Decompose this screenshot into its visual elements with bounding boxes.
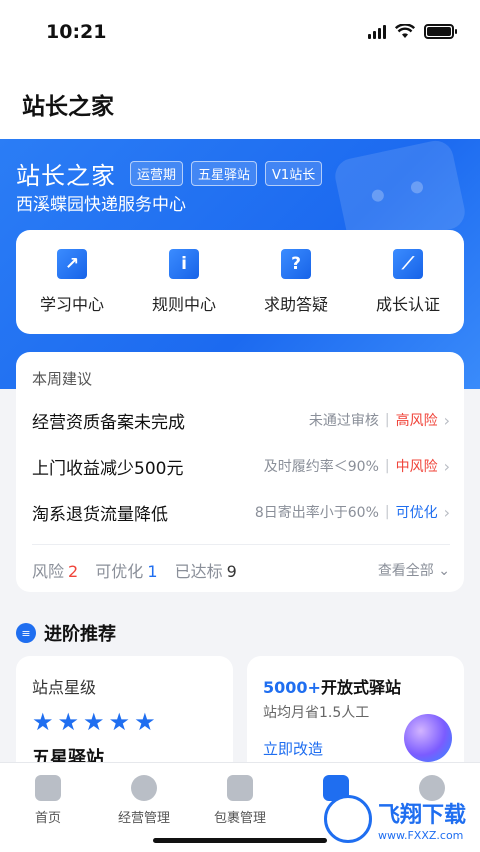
quick-entries: ↗ 学习中心 i 规则中心 ? 求助答疑 ⟋ 成长认证 <box>16 230 464 334</box>
recommend-icon: ≡ <box>16 623 36 643</box>
tab-parcel[interactable]: 包裹管理 <box>200 775 280 826</box>
star-icon: ★ <box>57 708 80 736</box>
star-icon: ★ <box>134 708 156 736</box>
weekly-advice-card: 本周建议 经营资质备案未完成 未通过审核 | 高风险 › 上门收益减少500元 … <box>16 352 464 592</box>
open-card-subtitle: 站均月省1.5人工 <box>263 705 370 721</box>
quick-help[interactable]: ? 求助答疑 <box>246 249 346 315</box>
growth-icon: ⟋ <box>393 249 423 279</box>
view-all-button[interactable]: 查看全部 ⌄ <box>378 560 450 580</box>
wifi-icon <box>395 24 415 38</box>
watermark-url: www.FXXZ.com <box>378 828 464 842</box>
divider <box>32 544 450 545</box>
advice-condition: 未通过审核 <box>308 413 379 429</box>
quick-learning[interactable]: ↗ 学习中心 <box>22 249 122 315</box>
quick-label: 规则中心 <box>151 295 216 314</box>
battery-icon <box>424 24 457 39</box>
package-icon <box>227 775 253 801</box>
advice-row[interactable]: 经营资质备案未完成 未通过审核 | 高风险 › <box>32 405 450 435</box>
chevron-right-icon: › <box>443 456 450 476</box>
advice-row[interactable]: 淘系退货流量降低 8日寄出率小于60% | 可优化 › <box>32 497 450 527</box>
star-card-title: 站点星级 <box>32 678 97 697</box>
station-header: 站长之家 运营期 五星驿站 V1站长 <box>16 156 323 191</box>
speaker-icon <box>404 714 452 762</box>
tag-five-star: 五星驿站 <box>191 161 258 186</box>
star-icon: ★ <box>108 708 131 736</box>
open-card-title: 5000+开放式驿站 <box>263 678 401 697</box>
advice-main: 淘系退货流量降低 <box>32 504 168 525</box>
stat-risk: 风险 2 <box>32 562 79 581</box>
risk-level: 可优化 <box>395 505 438 521</box>
tag-operation-period: 运营期 <box>130 161 184 186</box>
star-icon: ★ <box>32 708 54 736</box>
risk-level: 中风险 <box>395 459 438 475</box>
tab-home[interactable]: 首页 <box>8 775 88 826</box>
chevron-right-icon: › <box>443 410 450 430</box>
quick-label: 求助答疑 <box>263 295 328 314</box>
quick-rules[interactable]: i 规则中心 <box>134 249 234 315</box>
chevron-down-icon: ⌄ <box>438 563 450 579</box>
status-time: 10:21 <box>46 21 107 43</box>
station-subtitle: 西溪蝶园快递服务中心 <box>16 195 186 215</box>
stat-qualified: 已达标 9 <box>174 562 237 581</box>
quick-label: 学习中心 <box>39 295 104 314</box>
star-icon: ★ <box>83 708 105 736</box>
nav-bar: 站长之家 <box>0 64 480 140</box>
tag-level: V1站长 <box>265 161 323 186</box>
signal-icon <box>368 24 386 39</box>
advice-title: 本周建议 <box>32 370 93 388</box>
station-name: 站长之家 <box>16 162 116 190</box>
advice-condition: 及时履约率＜90% <box>263 459 379 475</box>
quick-growth[interactable]: ⟋ 成长认证 <box>358 249 458 315</box>
advice-summary: 风险 2 可优化 1 已达标 9 查看全部 ⌄ <box>32 558 450 582</box>
star-rating: ★ ★ ★ ★ ★ <box>32 710 156 734</box>
home-indicator <box>153 838 327 843</box>
section-title: 进阶推荐 <box>44 624 116 645</box>
status-bar: 10:21 <box>0 0 480 64</box>
watermark-text: 飞翔下载 <box>378 802 467 828</box>
section-header: ≡ 进阶推荐 <box>16 620 116 646</box>
advice-main: 经营资质备案未完成 <box>32 412 185 433</box>
advice-main: 上门收益减少500元 <box>32 458 184 479</box>
watermark-icon <box>324 795 372 843</box>
stat-optimizable: 可优化 1 <box>95 562 158 581</box>
advice-condition: 8日寄出率小于60% <box>254 505 379 521</box>
quick-label: 成长认证 <box>375 295 440 314</box>
advice-row[interactable]: 上门收益减少500元 及时履约率＜90% | 中风险 › <box>32 451 450 481</box>
status-icons <box>368 24 457 39</box>
tab-business[interactable]: 经营管理 <box>104 775 184 826</box>
rules-icon: i <box>169 249 199 279</box>
page-title: 站长之家 <box>22 94 114 120</box>
learning-icon: ↗ <box>57 249 87 279</box>
renovate-link[interactable]: 立即改造 <box>263 738 323 759</box>
watermark-logo: 飞翔下载 www.FXXZ.com <box>324 790 474 848</box>
chevron-right-icon: › <box>443 502 450 522</box>
risk-level: 高风险 <box>395 413 438 429</box>
home-icon <box>35 775 61 801</box>
pie-chart-icon <box>131 775 157 801</box>
help-icon: ? <box>281 249 311 279</box>
